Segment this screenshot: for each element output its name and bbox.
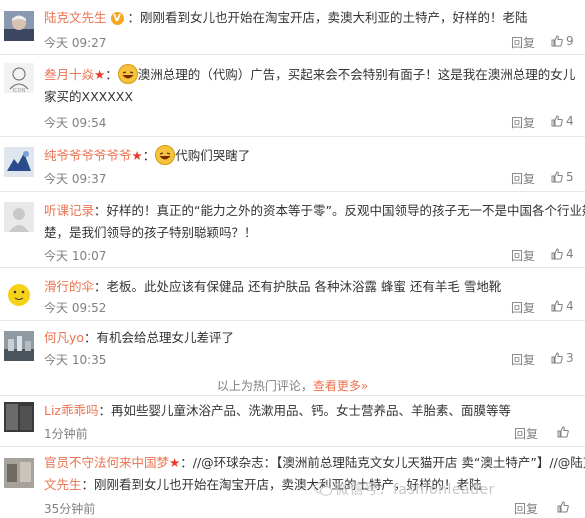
comment-item: 陆克文先生 V ：刚刚看到女儿也开始在淘宝开店，卖澳大利亚的土特产，好样的！老陆 今… <box>0 0 585 52</box>
like-button[interactable]: 4 <box>551 299 574 313</box>
reply-button[interactable]: 回复 <box>511 114 535 131</box>
comment-item: 官员不守法何来中国梦★：//@环球杂志：【澳洲前总理陆克文女儿天猫开店 卖“澳土… <box>0 447 585 518</box>
verified-badge-icon: V <box>110 12 124 25</box>
member-star-icon: ★ <box>94 67 106 82</box>
avatar[interactable] <box>4 11 34 41</box>
reply-button[interactable]: 回复 <box>514 425 538 442</box>
view-more-link[interactable]: 查看更多» <box>313 379 368 393</box>
comment-text-cont: 家买的XXXXXX <box>44 89 133 104</box>
commenter-name[interactable]: Liz乖乖吗 <box>44 403 99 418</box>
member-star-icon: ★ <box>169 455 181 470</box>
laugh-emoji-icon <box>117 64 138 84</box>
commenter-name[interactable]: 听课记录 <box>44 203 94 218</box>
reply-button[interactable]: 回复 <box>511 247 535 264</box>
like-button[interactable]: 9 <box>551 34 574 48</box>
comment-time: 35分钟前 <box>44 502 96 516</box>
comment-time: 今天 09:27 <box>44 36 107 50</box>
laugh-emoji-icon <box>155 145 176 165</box>
avatar[interactable] <box>4 278 34 308</box>
avatar[interactable]: ICON <box>4 63 34 93</box>
reply-button[interactable]: 回复 <box>511 34 535 51</box>
like-button[interactable]: 4 <box>551 114 574 128</box>
comment-text: ：有机会给总理女儿差评了 <box>84 330 235 345</box>
thumbs-up-icon <box>551 300 563 312</box>
comment-text: ：好样的！真正的“能力之外的资本等于零”。反观中国领导的孩子无一不是中国各个行业… <box>94 203 585 218</box>
like-button[interactable]: 4 <box>551 247 574 261</box>
avatar[interactable] <box>4 458 34 488</box>
comment-text-cont: 楚，是我们领导的孩子特别聪颖吗？！ <box>44 225 257 240</box>
like-count: 9 <box>566 34 574 48</box>
thumbs-up-icon <box>557 501 569 513</box>
comment-item: 听课记录：好样的！真正的“能力之外的资本等于零”。反观中国领导的孩子无一不是中国… <box>0 192 585 264</box>
thumbs-up-icon <box>551 35 563 47</box>
comment-time: 1分钟前 <box>44 427 88 441</box>
reply-button[interactable]: 回复 <box>511 299 535 316</box>
comment-time: 今天 09:52 <box>44 301 107 315</box>
avatar[interactable] <box>4 331 34 361</box>
comment-text: ：老板。此处应该有保健品 还有护肤品 各种沐浴露 蜂蜜 还有羊毛 雪地靴 <box>94 279 502 294</box>
comment-item: 滑行的伞：老板。此处应该有保健品 还有护肤品 各种沐浴露 蜂蜜 还有羊毛 雪地靴… <box>0 268 585 318</box>
like-button[interactable] <box>557 500 572 514</box>
like-count: 4 <box>566 114 574 128</box>
comment-item: 纯爷爷爷爷爷爷★： 代购们哭瞎了 今天 09:37 回复 5 <box>0 137 585 189</box>
comment-item: 何凡yo：有机会给总理女儿差评了 今天 10:35 回复 3 <box>0 321 585 371</box>
like-count: 4 <box>566 247 574 261</box>
thumbs-up-icon <box>551 352 563 364</box>
avatar[interactable] <box>4 147 34 177</box>
comment-text: ：刚刚看到女儿也开始在淘宝开店，卖澳大利亚的土特产，好样的！老陆 <box>127 10 528 25</box>
reply-button[interactable]: 回复 <box>514 500 538 517</box>
thumbs-up-icon <box>551 171 563 183</box>
comment-time: 今天 10:35 <box>44 353 107 367</box>
comment-item: Liz乖乖吗：再如些婴儿童沐浴产品、洗漱用品、钙。女士营养品、羊胎素、面膜等等 … <box>0 396 585 446</box>
reply-button[interactable]: 回复 <box>511 351 535 368</box>
comment-text: 代购们哭瞎了 <box>175 148 251 163</box>
thumbs-up-icon <box>551 115 563 127</box>
comment-text: ：//@环球杂志：【澳洲前总理陆克文女儿天猫开店 卖“澳土特产”】//@陆克 <box>180 455 585 470</box>
hot-comments-footer: 以上为热门评论，查看更多» <box>0 377 585 394</box>
thumbs-up-icon <box>557 426 569 438</box>
watermark: 微信号：fashionleader <box>314 479 495 499</box>
like-count: 4 <box>566 299 574 313</box>
comment-text: ：再如些婴儿童沐浴产品、洗漱用品、钙。女士营养品、羊胎素、面膜等等 <box>98 403 512 418</box>
avatar[interactable] <box>4 202 34 232</box>
thumbs-up-icon <box>551 248 563 260</box>
watermark-text: 微信号：fashionleader <box>335 482 495 498</box>
like-count: 5 <box>566 170 574 184</box>
member-star-icon: ★ <box>131 148 143 163</box>
svg-text:ICON: ICON <box>13 88 26 93</box>
like-count: 3 <box>566 351 574 365</box>
commenter-name[interactable]: 官员不守法何来中国梦 <box>44 455 169 470</box>
commenter-name[interactable]: 叁月十焱 <box>44 67 94 82</box>
like-button[interactable] <box>557 425 572 439</box>
like-button[interactable]: 3 <box>551 351 574 365</box>
commenter-name[interactable]: 陆克文先生 <box>44 10 107 25</box>
commenter-name-cont[interactable]: 文先生 <box>44 477 82 492</box>
comment-time: 今天 09:54 <box>44 116 107 130</box>
comment-time: 今天 09:37 <box>44 172 107 186</box>
reply-button[interactable]: 回复 <box>511 170 535 187</box>
comment-time: 今天 10:07 <box>44 249 107 263</box>
comment-text: 澳洲总理的（代购）广告，买起来会不会特别有面子！这是我在澳洲总理的女儿 <box>137 67 576 82</box>
hot-comments-label: 以上为热门评论， <box>216 379 313 393</box>
comment-item: ICON 叁月十焱★： 澳洲总理的（代购）广告，买起来会不会特别有面子！这是我在澳… <box>0 55 585 132</box>
avatar[interactable] <box>4 402 34 432</box>
commenter-name[interactable]: 滑行的伞 <box>44 279 94 294</box>
like-button[interactable]: 5 <box>551 170 574 184</box>
wechat-logo-icon <box>314 482 332 496</box>
commenter-name[interactable]: 何凡yo <box>44 330 84 345</box>
commenter-name[interactable]: 纯爷爷爷爷爷爷 <box>44 148 132 163</box>
